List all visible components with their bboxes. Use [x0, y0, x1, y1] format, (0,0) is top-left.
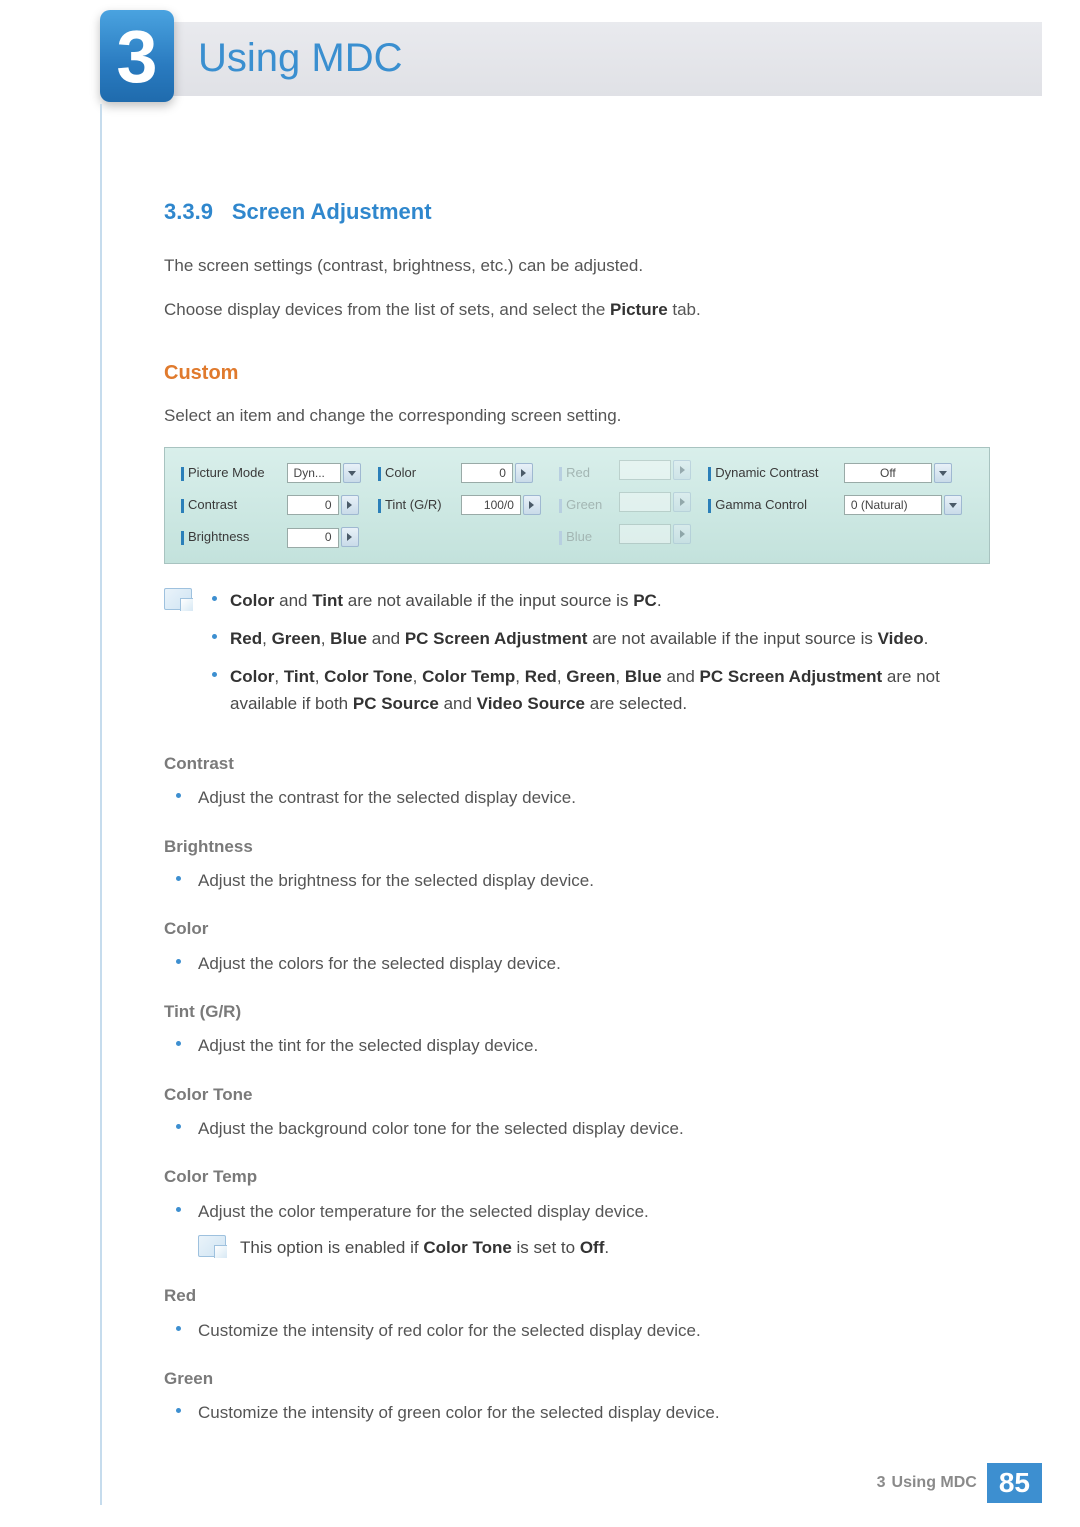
note-icon	[164, 588, 192, 610]
color-label: Color	[374, 460, 457, 486]
chevron-right-icon[interactable]	[515, 463, 533, 483]
chevron-right-icon[interactable]	[341, 495, 359, 515]
note-item-2: Red, Green, Blue and PC Screen Adjustmen…	[208, 626, 990, 652]
note-item-1: Color and Tint are not available if the …	[208, 588, 990, 614]
brightness-stepper[interactable]: 0	[287, 524, 370, 550]
chevron-right-icon[interactable]	[523, 495, 541, 515]
chapter-number-badge: 3	[100, 10, 174, 102]
colortemp-heading: Color Temp	[164, 1164, 990, 1190]
contrast-stepper[interactable]: 0	[287, 492, 370, 518]
intro-p2a: Choose display devices from the list of …	[164, 300, 610, 319]
note-icon	[198, 1235, 226, 1257]
blue-label: Blue	[555, 524, 615, 550]
intro-p2b: tab.	[668, 300, 701, 319]
section-number: 3.3.9	[164, 199, 213, 224]
green-stepper	[619, 492, 700, 518]
dynamic-contrast-dropdown[interactable]: Off	[844, 460, 977, 486]
contrast-label: Contrast	[177, 492, 283, 518]
tint-heading: Tint (G/R)	[164, 999, 990, 1025]
brightness-desc: Adjust the brightness for the selected d…	[198, 868, 990, 894]
colortemp-desc: Adjust the color temperature for the sel…	[198, 1199, 990, 1225]
chevron-down-icon[interactable]	[944, 495, 962, 515]
colortemp-note: This option is enabled if Color Tone is …	[198, 1235, 990, 1261]
chevron-down-icon[interactable]	[343, 463, 361, 483]
footer-page-number: 85	[987, 1463, 1042, 1503]
footer: 3 Using MDC 85	[877, 1463, 1042, 1503]
chevron-down-icon[interactable]	[934, 463, 952, 483]
contrast-heading: Contrast	[164, 751, 990, 777]
gamma-label: Gamma Control	[704, 492, 840, 518]
vertical-rule	[100, 104, 102, 1505]
note-item-3: Color, Tint, Color Tone, Color Temp, Red…	[208, 664, 990, 717]
blue-stepper	[619, 524, 700, 550]
tint-label: Tint (G/R)	[374, 492, 457, 518]
picture-mode-dropdown[interactable]: Dyn...	[287, 460, 370, 486]
green-desc: Customize the intensity of green color f…	[198, 1400, 990, 1426]
red-label: Red	[555, 460, 615, 486]
tint-stepper[interactable]: 100/0	[461, 492, 551, 518]
custom-heading: Custom	[164, 358, 990, 389]
red-heading: Red	[164, 1283, 990, 1309]
footer-chapter-label: Using MDC	[892, 1474, 987, 1492]
chevron-right-icon[interactable]	[341, 527, 359, 547]
color-heading: Color	[164, 916, 990, 942]
dynamic-contrast-label: Dynamic Contrast	[704, 460, 840, 486]
brightness-label: Brightness	[177, 524, 283, 550]
colortone-desc: Adjust the background color tone for the…	[198, 1116, 990, 1142]
brightness-heading: Brightness	[164, 834, 990, 860]
color-desc: Adjust the colors for the selected displ…	[198, 951, 990, 977]
red-desc: Customize the intensity of red color for…	[198, 1318, 990, 1344]
chevron-right-icon	[673, 524, 691, 544]
tint-desc: Adjust the tint for the selected display…	[198, 1033, 990, 1059]
intro-p2: Choose display devices from the list of …	[164, 297, 990, 323]
green-label: Green	[555, 492, 615, 518]
picture-mode-label: Picture Mode	[177, 460, 283, 486]
chevron-right-icon	[673, 492, 691, 512]
green-heading: Green	[164, 1366, 990, 1392]
contrast-desc: Adjust the contrast for the selected dis…	[198, 785, 990, 811]
chevron-right-icon	[673, 460, 691, 480]
chapter-title: Using MDC	[198, 36, 402, 81]
color-stepper[interactable]: 0	[461, 460, 551, 486]
footer-chapter-number: 3	[877, 1474, 892, 1492]
colortone-heading: Color Tone	[164, 1082, 990, 1108]
red-stepper	[619, 460, 700, 486]
intro-p2-bold: Picture	[610, 300, 668, 319]
section-title: Screen Adjustment	[232, 199, 432, 224]
intro-p1: The screen settings (contrast, brightnes…	[164, 253, 990, 279]
custom-paragraph: Select an item and change the correspond…	[164, 403, 990, 429]
note-block: Color and Tint are not available if the …	[164, 588, 990, 729]
gamma-dropdown[interactable]: 0 (Natural)	[844, 492, 977, 518]
settings-panel: Picture Mode Dyn... Color 0 Red Dynamic …	[164, 447, 990, 563]
